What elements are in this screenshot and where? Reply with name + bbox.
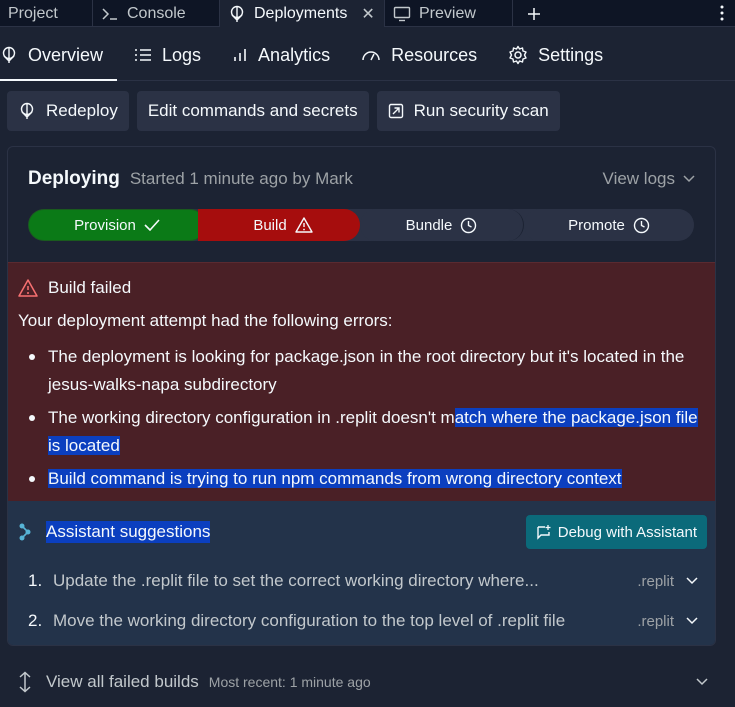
monitor-icon <box>393 6 411 22</box>
view-logs-label: View logs <box>602 169 675 188</box>
step-build: Build <box>198 209 360 241</box>
deployment-started-text: Started 1 minute ago by Mark <box>129 169 353 188</box>
button-label: Run security scan <box>413 101 549 120</box>
assistant-logo-icon <box>18 522 32 542</box>
error-list: The deployment is looking for package.js… <box>18 343 708 498</box>
chevron-down-icon[interactable] <box>696 678 708 686</box>
check-icon <box>144 219 160 231</box>
build-failed-header: Build failed <box>18 278 131 298</box>
subnav-settings[interactable]: Settings <box>508 30 619 80</box>
chat-sparkle-icon <box>536 524 552 540</box>
suggestion-file: .replit <box>637 612 674 630</box>
most-recent-text: Most recent: 1 minute ago <box>208 674 371 690</box>
tab-label: Preview <box>419 4 476 22</box>
tab-preview[interactable]: Preview <box>385 0 513 27</box>
build-failed-title: Build failed <box>48 278 132 297</box>
subnav-label: Overview <box>28 44 104 65</box>
error-intro: Your deployment attempt had the followin… <box>18 311 393 330</box>
chevron-down-icon[interactable] <box>686 617 698 625</box>
assistant-title: Assistant suggestions <box>46 521 211 543</box>
step-provision: Provision <box>28 209 206 241</box>
suggestion-item[interactable]: 1. Update the .replit file to set the co… <box>28 561 698 601</box>
list-item: The deployment is looking for package.js… <box>18 343 708 399</box>
assistant-suggestions-panel: Assistant suggestions Debug with Assista… <box>8 501 715 645</box>
subnav-label: Settings <box>538 44 604 65</box>
build-error-panel: Build failed Your deployment attempt had… <box>8 262 715 501</box>
redeploy-button[interactable]: Redeploy <box>7 91 129 131</box>
suggestion-number: 2. <box>28 611 43 630</box>
action-bar: Redeploy Edit commands and secrets Run s… <box>7 91 560 131</box>
selected-text: Build command is trying to run npm comma… <box>48 469 622 488</box>
terminal-icon <box>101 6 119 22</box>
expand-vertical-icon <box>18 671 32 693</box>
list-item: Build command is trying to run npm comma… <box>18 465 708 493</box>
gear-icon <box>508 45 528 65</box>
step-label: Promote <box>568 216 625 234</box>
subnav-logs[interactable]: Logs <box>134 30 217 80</box>
edit-commands-button[interactable]: Edit commands and secrets <box>136 91 369 131</box>
tab-project[interactable]: Project <box>0 0 93 27</box>
failed-builds-footer[interactable]: View all failed builds Most recent: 1 mi… <box>18 668 708 696</box>
chevron-down-icon[interactable] <box>686 577 698 585</box>
deployment-steps: Provision Build Bundle Promote <box>28 209 694 241</box>
deployment-subnav: Overview Logs Analytics Resources Settin… <box>0 30 735 81</box>
debug-with-assistant-button[interactable]: Debug with Assistant <box>525 515 707 549</box>
subnav-resources[interactable]: Resources <box>361 30 493 80</box>
suggestion-text: Move the working directory configuration… <box>53 611 566 630</box>
step-label: Provision <box>74 216 136 234</box>
deploy-icon <box>228 5 246 23</box>
bar-chart-icon <box>232 48 248 62</box>
error-text: The deployment is looking for package.js… <box>48 347 685 394</box>
deploy-icon <box>0 46 18 64</box>
more-menu-icon[interactable] <box>709 0 735 26</box>
button-label: Redeploy <box>46 101 118 120</box>
subnav-label: Analytics <box>258 44 331 65</box>
tab-deployments[interactable]: Deployments ✕ <box>220 0 385 27</box>
step-bundle: Bundle <box>360 209 524 241</box>
gauge-icon <box>361 47 381 63</box>
suggestion-file: .replit <box>637 572 674 590</box>
deploy-icon <box>18 102 36 120</box>
deployment-header: Deploying Started 1 minute ago by Mark V… <box>28 167 695 191</box>
subnav-label: Resources <box>391 44 478 65</box>
step-label: Bundle <box>405 216 453 234</box>
view-failed-builds-label: View all failed builds <box>46 672 199 691</box>
suggestion-text: Update the .replit file to set the corre… <box>53 571 539 590</box>
tab-label: Deployments <box>254 4 348 22</box>
security-scan-button[interactable]: Run security scan <box>376 91 560 131</box>
subnav-label: Logs <box>162 44 202 65</box>
step-promote: Promote <box>524 209 694 241</box>
subnav-analytics[interactable]: Analytics <box>232 30 346 80</box>
deployment-card: Deploying Started 1 minute ago by Mark V… <box>7 146 716 646</box>
assistant-header: Assistant suggestions Debug with Assista… <box>18 515 707 549</box>
warning-icon <box>294 217 313 233</box>
button-label: Debug with Assistant <box>557 523 697 541</box>
error-text: The working directory configuration in .… <box>48 408 455 427</box>
external-arrow-icon <box>388 103 404 119</box>
deployment-status-title: Deploying <box>28 168 120 189</box>
chevron-down-icon <box>683 175 695 183</box>
list-icon <box>134 48 152 62</box>
tab-label: Project <box>8 4 58 22</box>
clock-icon <box>460 217 477 234</box>
subnav-overview[interactable]: Overview <box>0 30 117 81</box>
list-item: The working directory configuration in .… <box>18 404 708 460</box>
tab-label: Console <box>127 4 186 22</box>
step-label: Build <box>253 216 287 234</box>
warning-icon <box>18 279 38 297</box>
tab-console[interactable]: Console <box>93 0 220 27</box>
suggestion-item[interactable]: 2. Move the working directory configurat… <box>28 601 698 641</box>
close-icon[interactable]: ✕ <box>361 4 374 24</box>
suggestion-list: 1. Update the .replit file to set the co… <box>28 561 698 641</box>
suggestion-number: 1. <box>28 571 43 590</box>
clock-icon <box>633 217 650 234</box>
plus-icon <box>527 7 541 21</box>
view-logs-button[interactable]: View logs <box>603 169 695 189</box>
new-tab-button[interactable] <box>513 0 555 27</box>
button-label: Edit commands and secrets <box>147 101 358 120</box>
tab-bar: Project Console Deployments ✕ Preview <box>0 0 735 27</box>
